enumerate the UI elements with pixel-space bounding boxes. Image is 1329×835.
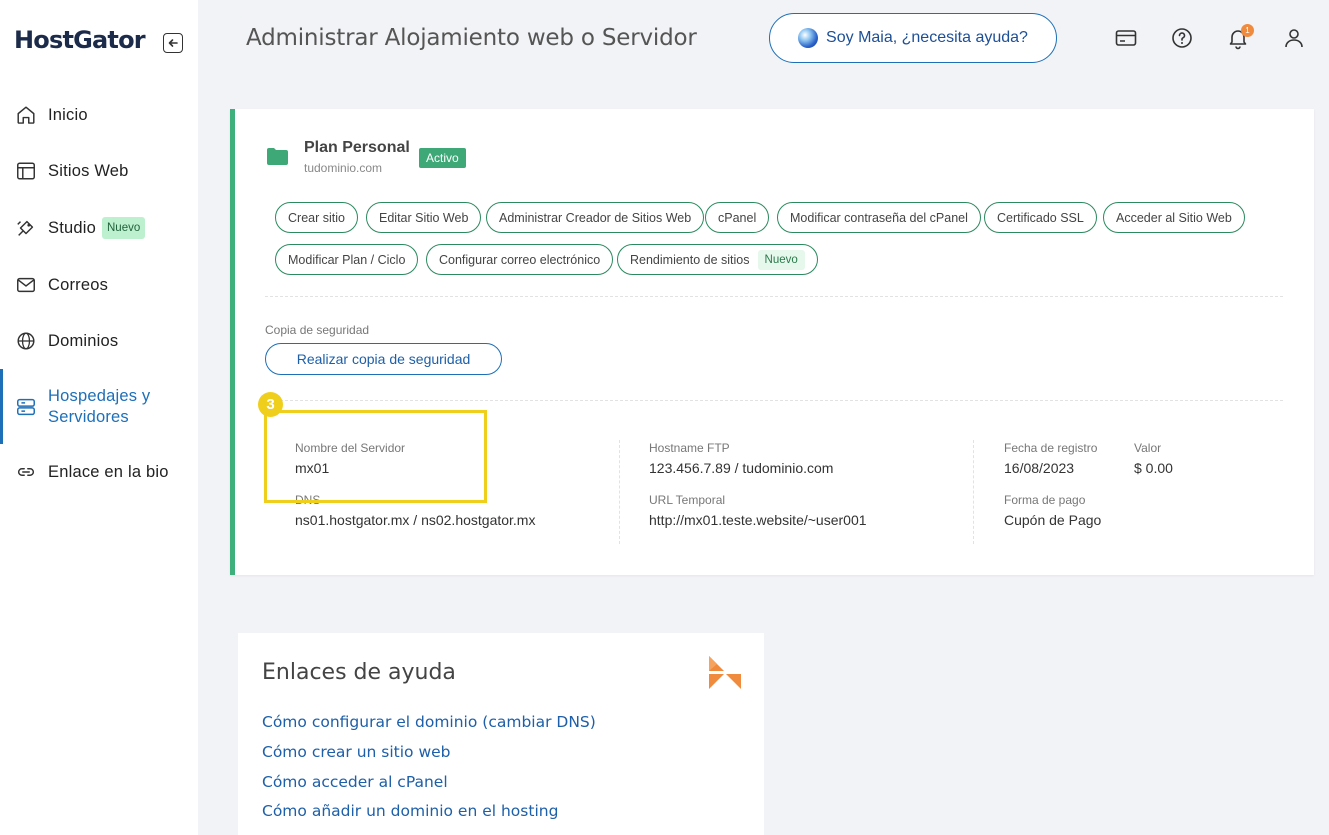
rendimiento-label: Rendimiento de sitios: [630, 252, 750, 267]
folder-icon: [267, 148, 288, 165]
divider: [265, 400, 1283, 401]
label-line-1: Hospedajes y: [48, 386, 151, 405]
column-divider: [619, 440, 620, 544]
column-divider: [973, 440, 974, 544]
configurar-correo-button[interactable]: Configurar correo electrónico: [426, 244, 614, 275]
help-link-dns[interactable]: Cómo configurar el dominio (cambiar DNS): [262, 713, 596, 731]
status-badge: Activo: [419, 148, 466, 168]
help-link-crear-sitio[interactable]: Cómo crear un sitio web: [262, 743, 451, 761]
backup-label: Copia de seguridad: [265, 323, 370, 337]
crear-sitio-button[interactable]: Crear sitio: [275, 202, 358, 233]
plan-card: [230, 109, 1314, 575]
modificar-plan-button[interactable]: Modificar Plan / Ciclo: [275, 244, 419, 275]
payment-value: Cupón de Pago: [1004, 512, 1102, 528]
sidebar-item-studio[interactable]: Studio Nuevo: [0, 214, 198, 242]
sidebar-item-inicio[interactable]: Inicio: [0, 103, 198, 127]
maia-assistant-button[interactable]: Soy Maia, ¿necesita ayuda?: [769, 13, 1057, 63]
ftp-value: 123.456.7.89 / tudominio.com: [649, 460, 834, 476]
reg-date-value: 16/08/2023: [1004, 460, 1075, 476]
new-badge: Nuevo: [757, 249, 805, 270]
help-link-anadir-dominio[interactable]: Cómo añadir un dominio en el hosting: [262, 802, 558, 820]
server-icon: [17, 398, 35, 415]
sidebar-item-label: Inicio: [48, 105, 88, 124]
ftp-label: Hostname FTP: [649, 441, 730, 455]
notification-badge: 1: [1241, 24, 1254, 37]
sidebar-item-label: Hospedajes y Servidores: [48, 386, 150, 428]
maia-button-label: Soy Maia, ¿necesita ayuda?: [826, 29, 1028, 46]
sidebar-item-sitios-web[interactable]: Sitios Web: [0, 159, 198, 183]
sidebar-item-label: Correos: [48, 275, 109, 294]
user-icon[interactable]: [1282, 26, 1306, 50]
certificado-ssl-button[interactable]: Certificado SSL: [984, 202, 1097, 233]
acceder-sitio-button[interactable]: Acceder al Sitio Web: [1103, 202, 1245, 233]
editar-sitio-button[interactable]: Editar Sitio Web: [366, 202, 482, 233]
sidebar-item-correos[interactable]: Correos: [0, 273, 198, 297]
sidebar-item-label: Sitios Web: [48, 161, 129, 180]
help-icon[interactable]: [1170, 26, 1194, 50]
payment-label: Forma de pago: [1004, 493, 1086, 507]
value-amount: $ 0.00: [1134, 460, 1173, 476]
temp-url-value: http://mx01.teste.website/~user001: [649, 512, 867, 528]
dns-value: ns01.hostgator.mx / ns02.hostgator.mx: [295, 512, 536, 528]
sidebar-item-label: Studio: [48, 218, 96, 237]
hostgator-logo[interactable]: HostGator: [14, 26, 146, 54]
collapse-sidebar-icon[interactable]: [163, 33, 183, 53]
reg-date-label: Fecha de registro: [1004, 441, 1098, 455]
link-icon: [18, 468, 34, 476]
sidebar-item-enlace-bio[interactable]: Enlace en la bio: [0, 460, 198, 484]
value-label: Valor: [1134, 441, 1162, 455]
sidebar-item-label: Enlace en la bio: [48, 462, 169, 481]
credit-card-icon[interactable]: [1114, 26, 1138, 50]
new-badge: Nuevo: [102, 217, 146, 239]
highlight-number: 3: [258, 392, 283, 417]
home-icon: [17, 106, 35, 124]
plan-name: Plan Personal: [304, 139, 410, 156]
page-title: Administrar Alojamiento web o Servidor: [246, 25, 697, 51]
cpanel-button[interactable]: cPanel: [705, 202, 770, 233]
modificar-contrasena-button[interactable]: Modificar contraseña del cPanel: [777, 202, 981, 233]
sidebar-item-dominios[interactable]: Dominios: [0, 329, 198, 353]
rendimiento-sitios-button[interactable]: Rendimiento de sitios Nuevo: [617, 244, 818, 275]
temp-url-label: URL Temporal: [649, 493, 726, 507]
sidebar-item-hospedajes[interactable]: Hospedajes y Servidores: [0, 369, 198, 444]
backup-button[interactable]: Realizar copia de seguridad: [265, 343, 502, 375]
sidebar-item-label: Dominios: [48, 331, 119, 350]
help-link-cpanel[interactable]: Cómo acceder al cPanel: [262, 773, 448, 791]
maia-orb-icon: [798, 28, 819, 48]
layout-icon: [17, 162, 35, 180]
label-line-2: Servidores: [48, 407, 129, 426]
highlight-box: [264, 410, 487, 503]
administrar-creador-button[interactable]: Administrar Creador de Sitios Web: [486, 202, 705, 233]
studio-icon: [17, 220, 34, 236]
divider: [265, 296, 1283, 297]
plan-domain: tudominio.com: [304, 161, 383, 175]
help-title: Enlaces de ayuda: [262, 660, 456, 685]
hostgator-brand-icon: [709, 656, 741, 689]
globe-icon: [17, 332, 35, 350]
mail-icon: [17, 277, 35, 293]
